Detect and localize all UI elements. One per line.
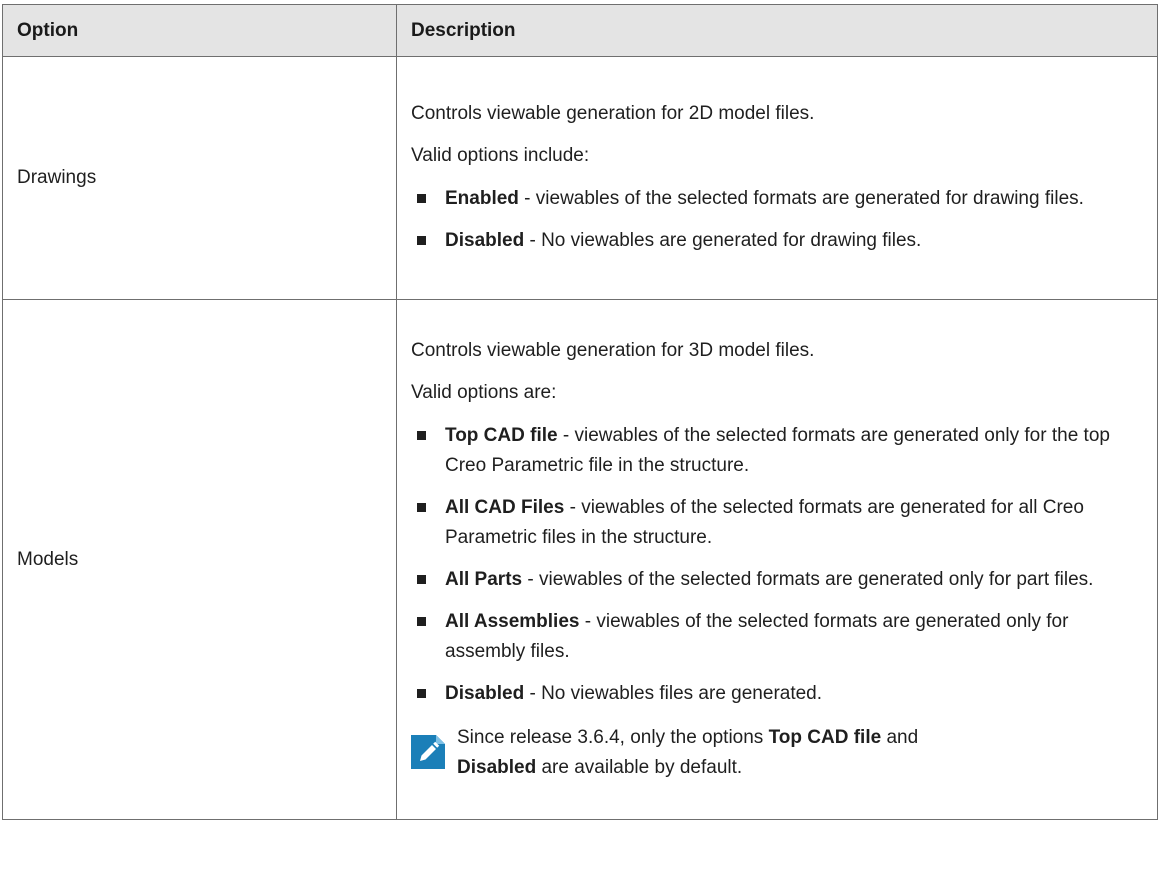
option-text: - No viewables files are generated.	[524, 682, 823, 704]
option-text: - viewables of the selected formats are …	[522, 568, 1094, 590]
option-text: - No viewables are generated for drawing…	[524, 230, 922, 251]
note-bold-disabled: Disabled	[457, 756, 537, 778]
description-cell-models: Controls viewable generation for 3D mode…	[396, 299, 1158, 820]
drawings-options-list: Enabled - viewables of the selected form…	[411, 184, 1137, 256]
option-term: Disabled	[445, 682, 525, 704]
drawings-intro: Controls viewable generation for 2D mode…	[411, 103, 815, 124]
list-item: All Assemblies - viewables of the select…	[411, 607, 1137, 667]
description-cell-drawings: Controls viewable generation for 2D mode…	[396, 56, 1158, 300]
list-item: All Parts - viewables of the selected fo…	[411, 565, 1137, 595]
note-text-after: are available by default.	[536, 756, 743, 778]
list-item: Disabled - No viewables are generated fo…	[411, 226, 1137, 256]
drawings-valid-label: Valid options include:	[411, 145, 590, 166]
option-cell-models: Models	[2, 299, 397, 820]
options-table: Option Description Drawings Controls vie…	[2, 4, 1158, 820]
option-term: Disabled	[445, 230, 525, 251]
bullet-icon	[417, 616, 426, 626]
table-row-drawings: Drawings Controls viewable generation fo…	[2, 56, 1158, 300]
bullet-icon	[417, 574, 426, 584]
option-term: All Assemblies	[445, 610, 580, 632]
pencil-note-icon	[411, 734, 445, 769]
models-valid-label: Valid options are:	[411, 381, 557, 403]
models-intro: Controls viewable generation for 3D mode…	[411, 339, 815, 361]
bullet-icon	[417, 194, 426, 203]
option-term: Top CAD file	[445, 424, 558, 446]
option-text: - viewables of the selected formats are …	[518, 188, 1084, 209]
list-item: All CAD Files - viewables of the selecte…	[411, 493, 1137, 553]
option-term: All Parts	[445, 568, 523, 590]
table-row-models: Models Controls viewable generation for …	[2, 299, 1158, 820]
bullet-icon	[417, 430, 426, 440]
note-text: Since release 3.6.4, only the options To…	[457, 723, 918, 783]
models-options-list: Top CAD file - viewables of the selected…	[411, 421, 1137, 709]
note-bold-top-cad: Top CAD file	[768, 726, 882, 748]
option-term: Enabled	[445, 188, 519, 209]
bullet-icon	[417, 688, 426, 698]
option-term: All CAD Files	[445, 496, 565, 518]
list-item: Enabled - viewables of the selected form…	[411, 184, 1137, 214]
option-cell-drawings: Drawings	[2, 56, 397, 300]
column-header-description: Description	[396, 4, 1158, 57]
table-header-row: Option Description	[2, 4, 1158, 57]
note-text-middle: and	[881, 726, 919, 748]
bullet-icon	[417, 502, 426, 512]
list-item: Disabled - No viewables files are genera…	[411, 679, 1137, 709]
list-item: Top CAD file - viewables of the selected…	[411, 421, 1137, 481]
note-callout: Since release 3.6.4, only the options To…	[411, 723, 1137, 783]
note-text-before: Since release 3.6.4, only the options	[457, 726, 769, 748]
bullet-icon	[417, 236, 426, 245]
column-header-option: Option	[2, 4, 397, 57]
